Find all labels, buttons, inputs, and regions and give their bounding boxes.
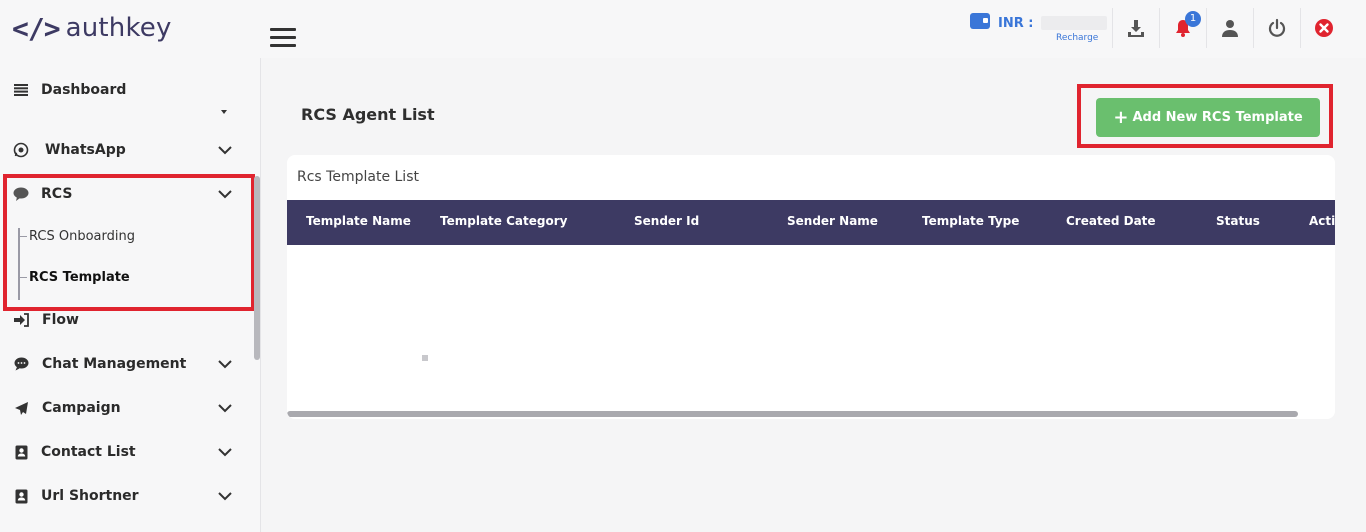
chevron-down-icon [218,448,232,457]
column-header-created-date[interactable]: Created Date [1066,214,1156,228]
table-header: Template Name Template Category Sender I… [287,200,1335,245]
sidebar-item-label: Contact List [41,444,136,460]
close-button[interactable] [1300,8,1347,48]
rcs-highlight-box [3,174,255,311]
sidebar: Dashboard WhatsApp RCS RCS Onboarding RC… [0,58,261,532]
column-header-action[interactable]: Acti [1309,214,1335,228]
wallet-icon [970,13,990,29]
sidebar-item-dashboard[interactable]: Dashboard [0,75,250,105]
sidebar-item-url-shortner[interactable]: Url Shortner [0,481,250,511]
column-header-sender-id[interactable]: Sender Id [634,214,699,228]
column-header-template-category[interactable]: Template Category [440,214,567,228]
close-circle-icon [1315,19,1333,37]
sidebar-item-label: Flow [42,312,79,328]
sidebar-item-label: Chat Management [42,356,187,372]
chevron-down-icon [218,404,232,413]
hamburger-line [270,44,296,47]
sidebar-item-whatsapp[interactable]: WhatsApp [0,135,250,165]
notification-count-badge: 1 [1185,11,1201,27]
column-header-template-name[interactable]: Template Name [306,214,411,228]
top-header: </> authkey INR : Recharge 1 [0,0,1366,58]
hamburger-line [270,28,296,31]
wallet-balance: INR : Recharge [970,12,1107,43]
chevron-down-icon [218,492,232,501]
wallet-currency-label: INR : [998,16,1034,31]
profile-button[interactable] [1206,8,1253,48]
list-icon [12,81,30,99]
add-new-rcs-template-button[interactable]: + Add New RCS Template [1096,98,1320,137]
caret-down-icon[interactable] [221,110,227,114]
whatsapp-icon [12,141,30,159]
sidebar-item-contact-list[interactable]: Contact List [0,437,250,467]
sidebar-item-campaign[interactable]: Campaign [0,393,250,423]
recharge-link[interactable]: Recharge [1056,33,1107,43]
sidebar-item-label: Url Shortner [41,488,139,504]
sidebar-item-chat-management[interactable]: Chat Management [0,349,250,379]
wallet-amount-redacted [1040,15,1107,30]
contact-book-icon [12,487,30,505]
chevron-down-icon [218,360,232,369]
user-icon [1222,20,1238,37]
chevron-down-icon [218,146,232,155]
card-title: Rcs Template List [297,169,419,185]
download-button[interactable] [1112,8,1159,48]
column-header-sender-name[interactable]: Sender Name [787,214,878,228]
sidebar-item-label: Dashboard [41,82,127,98]
column-header-template-type[interactable]: Template Type [922,214,1019,228]
power-icon [1268,18,1286,37]
menu-toggle-button[interactable] [270,28,296,48]
hamburger-line [270,36,296,39]
column-header-status[interactable]: Status [1216,214,1260,228]
logo-text: authkey [65,13,172,43]
logo-mark: </> [12,11,61,45]
add-button-label: Add New RCS Template [1132,110,1303,125]
paper-plane-icon [12,399,30,417]
loading-indicator [422,355,428,361]
contact-book-icon [12,443,30,461]
rcs-template-list-card: Rcs Template List Template Name Template… [287,155,1335,419]
notifications-button[interactable]: 1 [1159,8,1206,48]
authkey-logo[interactable]: </> authkey [12,10,172,46]
plus-icon: + [1113,106,1129,128]
header-actions: 1 [1112,8,1347,48]
page-title: RCS Agent List [301,105,435,124]
sign-in-icon [12,311,30,329]
sidebar-item-label: WhatsApp [45,142,126,158]
sidebar-item-label: Campaign [42,400,121,416]
horizontal-scrollbar[interactable] [287,411,1298,417]
comment-icon [12,355,30,373]
download-icon [1128,20,1144,37]
logout-button[interactable] [1253,8,1300,48]
sidebar-scrollbar[interactable] [254,176,260,360]
